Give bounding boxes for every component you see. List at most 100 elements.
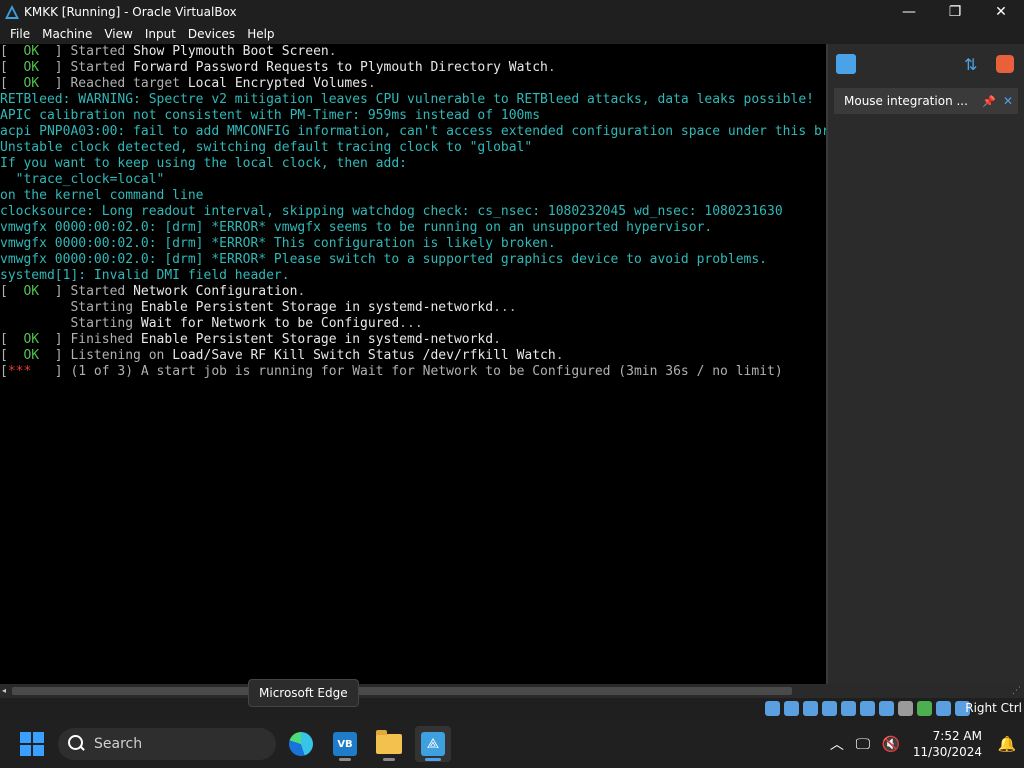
console-text: OK: [23, 284, 40, 299]
cpu-icon[interactable]: [917, 701, 932, 716]
menu-bar: File Machine View Input Devices Help: [0, 24, 1024, 44]
console-line: [ OK ] Started Network Configuration.: [0, 284, 826, 300]
display-icon[interactable]: [879, 701, 894, 716]
console-text: .: [328, 44, 337, 59]
menu-help[interactable]: Help: [241, 24, 280, 44]
console-text: [: [0, 348, 24, 363]
console-text: .: [367, 76, 376, 91]
menu-file[interactable]: File: [0, 24, 36, 44]
console-text: ] (1 of 3) A start job is running for Wa…: [31, 364, 783, 379]
console-text: [: [0, 44, 24, 59]
scrollbar-thumb[interactable]: [12, 687, 792, 695]
hard-disk-icon[interactable]: [765, 701, 780, 716]
vm-statusbar: Right Ctrl: [0, 698, 1024, 720]
notification-close-icon[interactable]: ✕: [998, 94, 1018, 108]
maximize-button[interactable]: ❐: [932, 0, 978, 24]
notification-mouse-integration[interactable]: Mouse integration ... 📌 ✕: [834, 88, 1018, 114]
network-tray-icon[interactable]: 🖵: [849, 735, 877, 753]
console-line: on the kernel command line: [0, 188, 826, 204]
resize-grip-icon[interactable]: ⋰: [1012, 686, 1022, 696]
console-text: vmwgfx 0000:00:02.0: [drm] *ERROR* This …: [0, 236, 556, 251]
console-text: [: [0, 332, 24, 347]
menu-input[interactable]: Input: [139, 24, 182, 44]
close-button[interactable]: ✕: [978, 0, 1024, 24]
console-text: If you want to keep using the local cloc…: [0, 156, 407, 171]
taskbar-file-explorer[interactable]: [371, 726, 407, 762]
console-text: Enable Persistent Storage in systemd-net…: [140, 332, 494, 347]
console-text: [: [0, 284, 24, 299]
taskbar-vbox-manager[interactable]: VB: [327, 726, 363, 762]
console-line: vmwgfx 0000:00:02.0: [drm] *ERROR* vmwgf…: [0, 220, 826, 236]
console-text: Enable Persistent Storage in systemd-net…: [140, 300, 494, 315]
vm-display[interactable]: [ OK ] Started Show Plymouth Boot Screen…: [0, 44, 826, 684]
notification-center-icon[interactable]: [836, 54, 856, 74]
console-text: OK: [23, 76, 40, 91]
boot-console: [ OK ] Started Show Plymouth Boot Screen…: [0, 44, 826, 380]
system-tray: ︿ 🖵 🔇 7:52 AM 11/30/2024 🔔: [825, 720, 1024, 768]
console-line: Unstable clock detected, switching defau…: [0, 140, 826, 156]
console-text: OK: [23, 348, 40, 363]
notifications-bell-icon[interactable]: 🔔: [990, 735, 1024, 753]
minimize-button[interactable]: —: [886, 0, 932, 24]
notification-toolbar: ⇅: [828, 44, 1024, 84]
taskbar-edge[interactable]: [283, 726, 319, 762]
pin-icon[interactable]: 📌: [980, 95, 998, 108]
console-text: Local Encrypted Volumes: [187, 76, 368, 91]
running-indicator: [339, 758, 351, 761]
console-text: .: [493, 332, 501, 347]
clock[interactable]: 7:52 AM 11/30/2024: [905, 728, 990, 760]
console-text: RETBleed: WARNING: Spectre v2 mitigation…: [0, 92, 814, 107]
volume-muted-icon[interactable]: 🔇: [877, 735, 905, 753]
console-line: clocksource: Long readout interval, skip…: [0, 204, 826, 220]
menu-machine[interactable]: Machine: [36, 24, 98, 44]
console-text: OK: [23, 332, 40, 347]
console-text: acpi PNP0A03:00: fail to add MMCONFIG in…: [0, 124, 826, 139]
optical-drive-icon[interactable]: [784, 701, 799, 716]
console-line: acpi PNP0A03:00: fail to add MMCONFIG in…: [0, 124, 826, 140]
shared-folders-icon[interactable]: [860, 701, 875, 716]
active-indicator: [425, 758, 441, 761]
console-text: Load/Save RF Kill Switch Status /dev/rfk…: [172, 348, 556, 363]
menu-view[interactable]: View: [98, 24, 138, 44]
console-text: ] Started: [39, 44, 134, 59]
console-line: Starting Wait for Network to be Configur…: [0, 316, 826, 332]
console-text: ***: [7, 364, 32, 379]
horizontal-scrollbar[interactable]: ◂ ⋰: [0, 684, 1024, 698]
start-icon[interactable]: [20, 732, 44, 756]
usb-icon[interactable]: [841, 701, 856, 716]
console-text: Starting: [0, 316, 141, 331]
window-title: KMKK [Running] - Oracle VirtualBox: [24, 5, 237, 19]
running-indicator: [383, 758, 395, 761]
virtualbox-icon[interactable]: [996, 55, 1014, 73]
console-text: Forward Password Requests to Plymouth Di…: [133, 60, 548, 75]
console-line: vmwgfx 0000:00:02.0: [drm] *ERROR* Pleas…: [0, 252, 826, 268]
console-text: OK: [23, 60, 40, 75]
search-label: Search: [94, 736, 143, 752]
console-text: .: [547, 60, 556, 75]
taskbar-search[interactable]: Search: [58, 728, 276, 760]
network-icon[interactable]: [822, 701, 837, 716]
show-hidden-icons-icon[interactable]: ︿: [825, 734, 849, 754]
audio-icon[interactable]: [803, 701, 818, 716]
file-explorer-icon: [376, 730, 402, 754]
scroll-left-icon[interactable]: ◂: [2, 684, 12, 698]
console-text: Show Plymouth Boot Screen: [133, 44, 329, 59]
console-line: Starting Enable Persistent Storage in sy…: [0, 300, 826, 316]
console-line: APIC calibration not consistent with PM-…: [0, 108, 826, 124]
windows-taskbar: Search VB ⟁ ︿ 🖵 🔇 7:52 AM 11/30/2024 🔔: [0, 720, 1024, 768]
host-key-label: Right Ctrl: [965, 701, 1022, 715]
notification-text: Mouse integration ...: [844, 94, 968, 108]
console-text: [: [0, 60, 24, 75]
console-line: [ OK ] Started Show Plymouth Boot Screen…: [0, 44, 826, 60]
console-text: .: [297, 284, 306, 299]
menu-devices[interactable]: Devices: [182, 24, 241, 44]
taskbar-vbox-vm[interactable]: ⟁: [415, 726, 451, 762]
console-text: APIC calibration not consistent with PM-…: [0, 108, 541, 123]
console-text: Wait for Network to be Configured: [140, 316, 400, 331]
recording-icon[interactable]: [898, 701, 913, 716]
console-text: ...: [399, 316, 423, 331]
console-line: [*** ] (1 of 3) A start job is running f…: [0, 364, 826, 380]
mouse-integration-icon[interactable]: [936, 701, 951, 716]
console-text: ] Finished: [39, 332, 141, 347]
sort-icon[interactable]: ⇅: [964, 55, 977, 74]
